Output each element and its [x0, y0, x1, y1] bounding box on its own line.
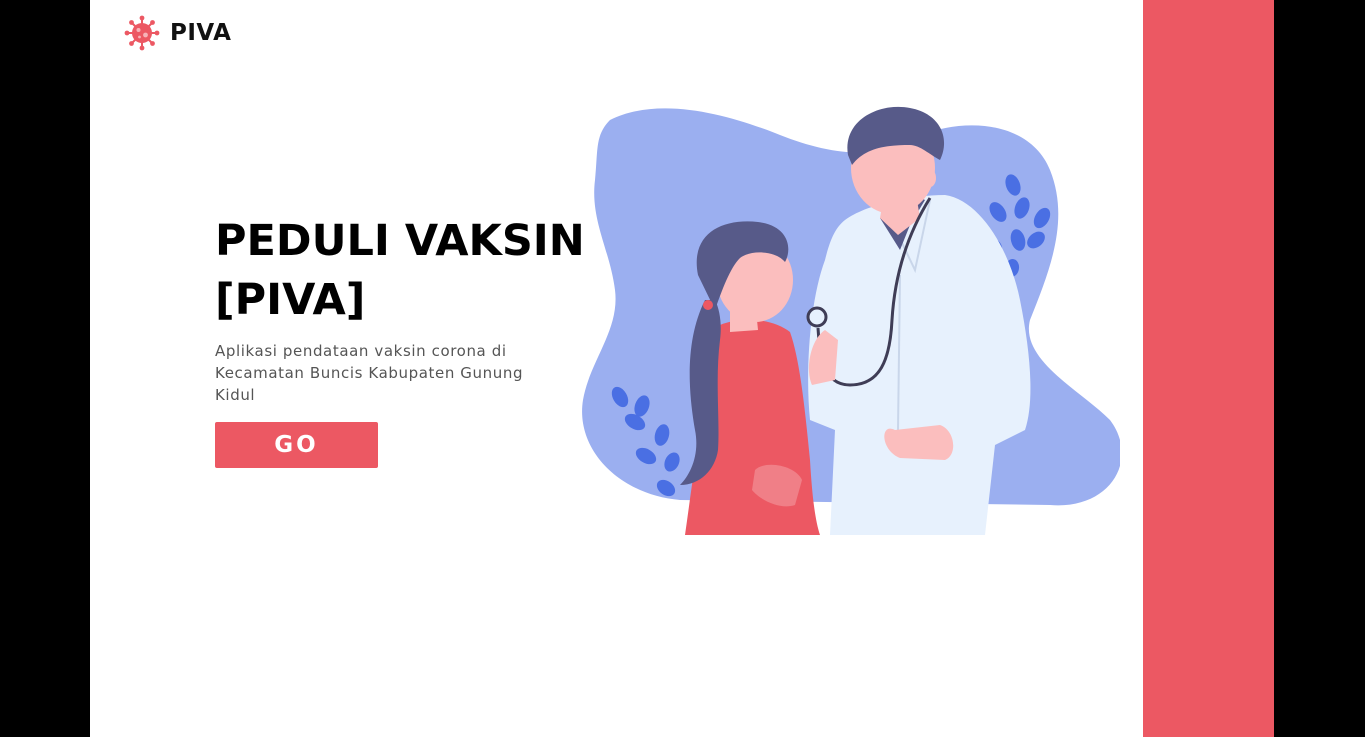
side-accent-panel [1143, 0, 1274, 737]
go-button[interactable]: GO [215, 422, 378, 468]
hero-title: PEDULI VAKSIN [PIVA] [215, 212, 595, 330]
hero-subtitle: Aplikasi pendataan vaksin corona di Keca… [215, 342, 524, 404]
hero-title-line1: PEDULI VAKSIN [215, 216, 585, 266]
page-frame: PIVA PEDULI VAKSIN [PIVA] Aplikasi penda… [90, 0, 1143, 737]
doctor-patient-illustration [582, 106, 1120, 535]
brand-logo[interactable]: PIVA [124, 15, 231, 51]
virus-icon [124, 15, 160, 51]
hero-title-line2: [PIVA] [215, 275, 366, 325]
brand-name: PIVA [170, 20, 232, 46]
